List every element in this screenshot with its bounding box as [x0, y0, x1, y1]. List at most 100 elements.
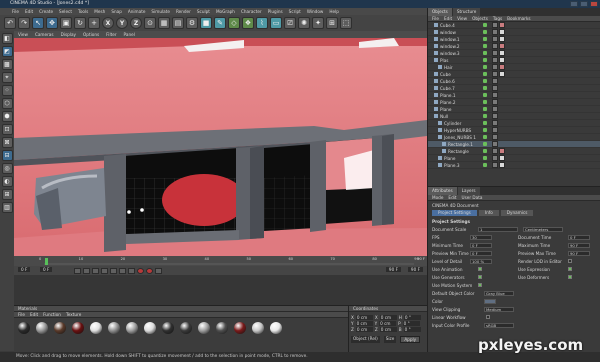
- attr-field[interactable]: 0 F: [470, 250, 492, 256]
- object-row[interactable]: Jones_NURBS 1: [428, 134, 600, 141]
- material-tag-icon[interactable]: [492, 43, 498, 49]
- check-icon[interactable]: [483, 86, 487, 90]
- record-icon[interactable]: [137, 267, 144, 274]
- object-row[interactable]: Plane.2: [428, 99, 600, 106]
- check-icon[interactable]: [483, 163, 487, 167]
- minimize-button[interactable]: [570, 1, 578, 7]
- check-icon[interactable]: [483, 58, 487, 62]
- material-tag-icon[interactable]: [492, 78, 498, 84]
- object-row[interactable]: Cube: [428, 71, 600, 78]
- timeline-ruler[interactable]: 0 10 20 30 40 50 60 70 80 90 90 F: [14, 256, 427, 266]
- object-row[interactable]: Rectangle: [428, 148, 600, 155]
- rotate-tool-icon[interactable]: ↻: [74, 17, 86, 29]
- material-tag-icon[interactable]: [492, 57, 498, 63]
- coordinate-system-icon[interactable]: ⊙: [144, 17, 156, 29]
- polygons-mode-icon[interactable]: ⬢: [1, 111, 13, 122]
- object-row[interactable]: Hair: [428, 64, 600, 71]
- material-tag-icon[interactable]: [492, 99, 498, 105]
- check-icon[interactable]: [483, 135, 487, 139]
- coord-size-select[interactable]: Size: [383, 336, 397, 343]
- material-tag-icon[interactable]: [492, 71, 498, 77]
- object-row[interactable]: window.1: [428, 36, 600, 43]
- menu-file[interactable]: File: [12, 8, 19, 15]
- material-tag-icon[interactable]: [492, 148, 498, 154]
- menu-help[interactable]: Help: [329, 8, 339, 15]
- tags-icon[interactable]: ✦: [312, 17, 324, 29]
- attr-menu-edit[interactable]: Edit: [448, 195, 456, 200]
- tab-structure[interactable]: Structure: [452, 8, 481, 16]
- check-icon[interactable]: [483, 142, 487, 146]
- object-menu-view[interactable]: View: [457, 16, 467, 21]
- menu-animate[interactable]: Animate: [128, 8, 146, 15]
- view-menu-display[interactable]: Display: [61, 31, 76, 38]
- next-frame-icon[interactable]: [110, 267, 117, 274]
- object-row[interactable]: Plane.3: [428, 162, 600, 169]
- prev-key-icon[interactable]: [83, 267, 90, 274]
- material-ball[interactable]: [252, 322, 264, 334]
- preview-max-field[interactable]: 90 F: [407, 267, 423, 272]
- tab-attributes[interactable]: Attributes: [428, 187, 457, 195]
- texture-tag-icon[interactable]: [499, 64, 505, 70]
- maximize-button[interactable]: [580, 1, 588, 7]
- coord-field[interactable]: 0 cm: [355, 314, 373, 320]
- 3d-viewport[interactable]: [14, 38, 427, 256]
- object-row[interactable]: Rectangle.1: [428, 141, 600, 148]
- object-row[interactable]: Cube.7: [428, 85, 600, 92]
- check-icon[interactable]: [483, 128, 487, 132]
- check-icon[interactable]: [483, 65, 487, 69]
- menu-edit[interactable]: Edit: [25, 8, 33, 15]
- material-ball[interactable]: [36, 322, 48, 334]
- check-icon[interactable]: [483, 72, 487, 76]
- material-tag-icon[interactable]: [492, 29, 498, 35]
- scale-field[interactable]: 1: [478, 226, 518, 232]
- texture-tag-icon[interactable]: [499, 50, 505, 56]
- attr-field[interactable]: 0 F: [568, 234, 590, 240]
- attr-checkbox[interactable]: [568, 275, 572, 279]
- attr-checkbox[interactable]: [478, 283, 482, 287]
- sculpt-icon[interactable]: ◐: [1, 176, 13, 187]
- material-tag-icon[interactable]: [492, 113, 498, 119]
- attr-field[interactable]: 100 %: [470, 258, 492, 264]
- workplane-mode-icon[interactable]: ⊟: [1, 150, 13, 161]
- menu-snap[interactable]: Snap: [111, 8, 122, 15]
- menu-create[interactable]: Create: [39, 8, 53, 15]
- layout-icon[interactable]: ▥: [1, 202, 13, 213]
- material-tag-icon[interactable]: [492, 85, 498, 91]
- play-icon[interactable]: [101, 267, 108, 274]
- scale-tool-icon[interactable]: ▣: [60, 17, 72, 29]
- axis-mode-icon[interactable]: ⌖: [1, 72, 13, 83]
- attr-checkbox[interactable]: [568, 259, 572, 263]
- texture-tag-icon[interactable]: [499, 29, 505, 35]
- frame-field[interactable]: 0 F: [18, 267, 31, 272]
- object-row[interactable]: Plas: [428, 57, 600, 64]
- object-row[interactable]: Plane: [428, 106, 600, 113]
- undo-icon[interactable]: ↶: [4, 17, 16, 29]
- material-menu-texture[interactable]: Texture: [66, 312, 81, 317]
- floor-icon[interactable]: ▭: [270, 17, 282, 29]
- material-ball[interactable]: [198, 322, 210, 334]
- solo-icon[interactable]: ◎: [1, 163, 13, 174]
- attr-field[interactable]: 90 F: [568, 242, 590, 248]
- tab-objects[interactable]: Objects: [428, 8, 452, 16]
- menu-select[interactable]: Select: [59, 8, 72, 15]
- locks-icon[interactable]: ⊠: [1, 137, 13, 148]
- material-ball[interactable]: [72, 322, 84, 334]
- texture-tag-icon[interactable]: [499, 148, 505, 154]
- z-axis-icon[interactable]: Z: [130, 17, 142, 29]
- redo-icon[interactable]: ↷: [18, 17, 30, 29]
- snap-icon[interactable]: ⊡: [1, 124, 13, 135]
- x-axis-icon[interactable]: X: [102, 17, 114, 29]
- material-ball[interactable]: [54, 322, 66, 334]
- attr-menu-mode[interactable]: Mode: [432, 195, 443, 200]
- texture-tag-icon[interactable]: [499, 57, 505, 63]
- material-ball[interactable]: [180, 322, 192, 334]
- material-tag-icon[interactable]: [492, 155, 498, 161]
- view-menu-panel[interactable]: Panel: [124, 31, 135, 38]
- material-ball[interactable]: [108, 322, 120, 334]
- object-row[interactable]: window: [428, 29, 600, 36]
- goto-end-icon[interactable]: [128, 267, 135, 274]
- attr-checkbox[interactable]: [478, 267, 482, 271]
- view-menu-filter[interactable]: Filter: [106, 31, 116, 38]
- material-tag-icon[interactable]: [492, 64, 498, 70]
- coord-field[interactable]: 0 °: [403, 326, 421, 332]
